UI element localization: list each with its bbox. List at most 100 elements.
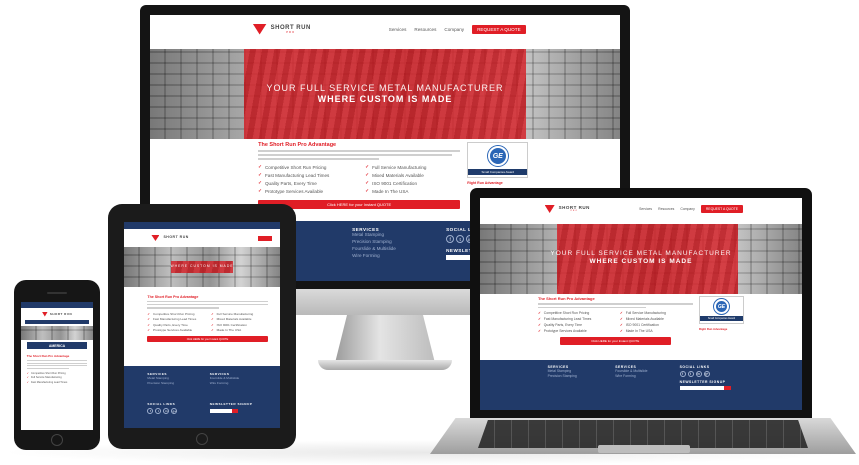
laptop-trackpad	[598, 445, 690, 453]
newsletter-title: NEWSLETTER SIGNUP	[209, 402, 253, 406]
footer-link[interactable]: Metal Stamping	[352, 232, 396, 239]
advantage-title: The Short Run Pro Advantage	[537, 296, 595, 301]
facebook-icon[interactable]: f	[446, 235, 455, 243]
site-logo[interactable]: SHORT RUN PRO	[252, 23, 311, 35]
check-item: ✓ Made In The USA	[619, 329, 653, 333]
linkedin-icon[interactable]: in	[163, 408, 170, 414]
site-footer: SERVICES Metal Stamping Precision Stampi…	[480, 360, 802, 410]
site-logo[interactable]: SHORT RUN	[21, 308, 93, 320]
advantage-title: The Short Run Pro Advantage	[258, 142, 337, 148]
check-item: ✓ Made In The USA	[211, 328, 242, 333]
facebook-icon[interactable]: f	[679, 371, 686, 377]
instant-quote-button[interactable]: Click HERE for your Instant QUOTE	[559, 337, 671, 345]
tablet-home-button	[196, 433, 208, 445]
facebook-icon[interactable]: f	[147, 408, 154, 414]
check-icon: ✓	[26, 371, 29, 375]
linkedin-icon[interactable]: in	[695, 371, 702, 377]
check-item: ✓ Prototype Services Available	[258, 188, 324, 194]
request-quote-button[interactable]: REQUEST A QUOTE	[472, 24, 526, 34]
award-badge: GE Small Companies Award	[467, 142, 529, 178]
check-icon: ✓	[365, 164, 370, 169]
advantage-title: The Short Run Pro Advantage	[147, 295, 199, 299]
check-icon: ✓	[258, 180, 262, 185]
logo-tagline: PRO	[286, 30, 296, 34]
check-item: ✓ Competitive Short Run Pricing	[26, 371, 66, 375]
award-title: Right Run Advantage	[698, 327, 728, 331]
newsletter-submit-button[interactable]	[723, 386, 731, 390]
nav-resources[interactable]: Resources	[414, 27, 436, 32]
phone-menu-bar[interactable]	[25, 320, 89, 324]
logo-text: SHORT RUN	[270, 24, 311, 31]
footer-link[interactable]: Fourslide & Multislide	[352, 246, 396, 253]
badge-caption: Small Companies Award	[699, 316, 744, 321]
check-icon: ✓	[537, 329, 541, 333]
newsletter-input[interactable]	[679, 386, 724, 390]
check-icon: ✓	[537, 323, 541, 327]
footer-link[interactable]: Precision Stamping	[147, 381, 174, 386]
nav-resources[interactable]: Resources	[658, 207, 674, 211]
footer-link[interactable]: Wire Forming	[615, 374, 647, 379]
hero-headline: WHERE CUSTOM IS MADE	[170, 264, 234, 268]
check-item: ✓ Quality Parts, Every Time	[537, 323, 583, 327]
site-logo[interactable]: SHORT RUN PRO	[544, 205, 590, 213]
ge-logo-icon: GE	[487, 146, 508, 166]
nav-company[interactable]: Company	[444, 27, 464, 32]
check-item: ✓ Competitive Short Run Pricing	[258, 164, 327, 170]
check-item: ✓ Full Service Manufacturing	[26, 376, 62, 380]
site-header: SHORT RUN PRO Services Resources Company…	[480, 198, 802, 220]
newsletter-input[interactable]	[209, 409, 232, 413]
tablet-website: SHORT RUN WHERE CUSTOM IS MADE The Short…	[124, 222, 280, 428]
twitter-icon[interactable]: t	[155, 408, 162, 414]
hero-banner	[21, 326, 93, 340]
nav-services[interactable]: Services	[389, 27, 407, 32]
check-icon: ✓	[211, 328, 214, 333]
footer-link[interactable]: Wire Forming	[210, 381, 239, 386]
logo-shield-icon	[41, 311, 48, 317]
main-nav: Services Resources Company REQUEST A QUO…	[639, 205, 744, 213]
desktop-monitor-stand	[335, 315, 435, 363]
menu-button[interactable]	[258, 235, 273, 241]
request-quote-button[interactable]: REQUEST A QUOTE	[700, 205, 744, 213]
footer-social-title: SOCIAL LINKS	[147, 402, 176, 406]
advantage-title: The Short Run Pro Advantage	[26, 354, 70, 358]
check-icon: ✓	[258, 172, 262, 177]
award-badge: GE Small Companies Award	[698, 296, 745, 324]
check-icon: ✓	[26, 376, 29, 380]
check-icon: ✓	[147, 322, 150, 327]
advantage-section: The Short Run Pro Advantage ✓ Competitive…	[21, 351, 93, 384]
check-item: ✓ ISO 9001 Certification	[211, 322, 247, 327]
site-logo[interactable]: SHORT RUN	[151, 235, 188, 241]
check-item: ✓ Full Service Manufacturing	[365, 164, 427, 170]
footer-col-2: SERVICES Fourslide & Multislide Wire For…	[615, 365, 647, 379]
instant-quote-button[interactable]: Click HERE for your Instant QUOTE	[147, 336, 268, 343]
check-item: ✓ Prototype Services Available	[147, 328, 193, 333]
check-item: ✓ Fast Manufacturing Lead Times	[537, 317, 592, 321]
google-plus-icon[interactable]: g+	[703, 371, 710, 377]
laptop-keyboard	[478, 420, 808, 448]
check-item: ✓ Fast Manufacturing Lead Times	[258, 172, 330, 178]
social-icons: f t in g+	[147, 408, 178, 414]
check-item: ✓ Fast Manufacturing Lead Times	[147, 317, 197, 322]
newsletter-submit-button[interactable]	[231, 409, 238, 413]
check-icon: ✓	[619, 323, 623, 327]
check-icon: ✓	[619, 311, 623, 315]
check-icon: ✓	[619, 329, 623, 333]
footer-link[interactable]: Wire Forming	[352, 253, 396, 260]
footer-link[interactable]: Precision Stamping	[352, 239, 396, 246]
logo-text: SHORT RUN	[163, 235, 189, 240]
advantage-checklist: ✓ Competitive Short Run Pricing ✓ Full Ser…	[258, 164, 460, 194]
google-plus-icon[interactable]: g+	[171, 408, 178, 414]
twitter-icon[interactable]: t	[687, 371, 694, 377]
twitter-icon[interactable]: t	[456, 235, 465, 243]
device-mockup-stage: { "brand": { "name": "SHORT RUN", "tagli…	[0, 0, 859, 465]
advantage-section: The Short Run Pro Advantage ✓ Competitive…	[258, 142, 461, 209]
ge-logo-icon: GE	[713, 299, 729, 314]
hero-headline: YOUR FULL SERVICE METAL MANUFACTURER WHE…	[480, 250, 802, 266]
footer-link[interactable]: Fourslide & Multislide	[210, 376, 239, 381]
nav-company[interactable]: Company	[680, 207, 695, 211]
advantage-checklist: ✓ Competitive Short Run Pricing ✓ Full Ser…	[27, 372, 88, 384]
nav-services[interactable]: Services	[639, 207, 652, 211]
footer-link[interactable]: Precision Stamping	[548, 374, 577, 379]
advantage-paragraph	[258, 150, 461, 160]
newsletter-title: NEWSLETTER SIGNUP	[679, 380, 726, 384]
